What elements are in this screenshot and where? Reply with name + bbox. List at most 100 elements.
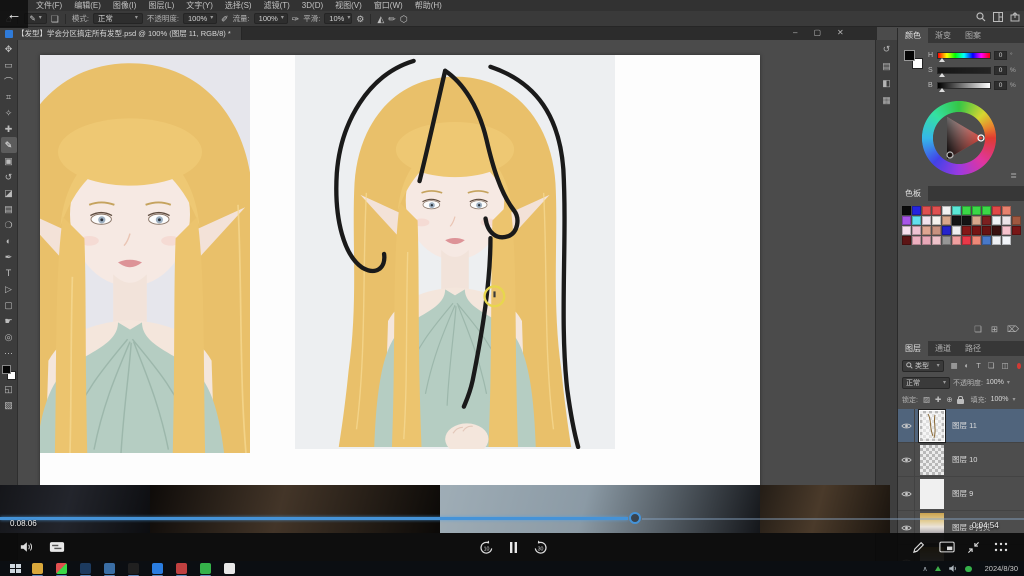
color-swatch[interactable] [972,236,981,245]
color-swatch[interactable] [902,226,911,235]
blend-mode-select[interactable]: 正常▾ [93,13,143,24]
portrait-right-annotated[interactable] [295,55,615,449]
progress-bar-remaining[interactable] [642,518,1024,520]
color-swatch[interactable] [912,206,921,215]
color-swatch[interactable] [952,226,961,235]
tool-clone-stamp[interactable]: ▣ [1,153,17,169]
panel-menu-icon[interactable]: ≣ [1010,171,1017,180]
lock-pixels-icon[interactable]: ✚ [935,395,941,404]
menu-item[interactable]: 文件(F) [30,0,68,11]
color-swatch[interactable] [992,216,1001,225]
color-swatch[interactable] [932,206,941,215]
symmetry-icon[interactable]: ⬡ [400,12,408,26]
color-swatch[interactable] [1002,206,1011,215]
layer-thumbnail[interactable] [920,411,944,441]
layer-row[interactable]: 图层 11 [898,409,1024,443]
start-button[interactable] [8,563,22,574]
color-swatch[interactable] [912,226,921,235]
volume-button[interactable] [16,533,36,561]
layer-filter-toggle[interactable] [1017,363,1021,369]
tool-move[interactable]: ✥ [1,41,17,57]
menu-item[interactable]: 选择(S) [219,0,258,11]
taskbar-app-wechat[interactable] [200,563,211,574]
taskbar-app-oval-app[interactable] [224,563,235,574]
history-panel-icon[interactable]: ↺ [883,44,891,55]
taskbar-app-video-player[interactable] [104,563,115,574]
panel-foreground-background-swatches[interactable] [904,50,924,70]
menu-item[interactable]: 编辑(E) [68,0,107,11]
flow-select[interactable]: 100%▾ [254,13,288,24]
back-button[interactable]: ← [0,0,28,28]
menu-item[interactable]: 图层(L) [142,0,180,11]
forward-30-button[interactable]: 30 [530,533,550,561]
layer-name[interactable]: 图层 10 [952,454,977,465]
color-swatch[interactable] [992,206,1001,215]
color-swatch[interactable] [922,236,931,245]
tool-eyedropper[interactable]: ✧ [1,105,17,121]
adjustments-panel-icon[interactable]: ◧ [882,78,891,89]
tray-chevron-icon[interactable]: ∧ [923,565,928,573]
tool-eraser[interactable]: ◪ [1,185,17,201]
menu-item[interactable]: 视图(V) [329,0,368,11]
taskbar-app-media-app[interactable] [56,563,67,574]
new-swatch-icon[interactable]: ⊞ [991,324,998,335]
color-swatch[interactable] [922,226,931,235]
foreground-color-swatch[interactable] [2,365,11,374]
picture-in-picture-button[interactable] [936,533,958,561]
tab-panel-2[interactable]: 图案 [958,28,988,43]
progress-handle[interactable] [629,512,641,524]
filmstrip-frame[interactable] [440,485,760,533]
share-icon[interactable] [1010,12,1020,22]
tool-spot-healing[interactable]: ✚ [1,121,17,137]
filter-pixel-layers-icon[interactable]: ▦ [951,361,958,370]
airbrush-icon[interactable]: ✑ [292,12,300,26]
filter-smart-objects-icon[interactable]: ◫ [1002,361,1009,370]
properties-panel-icon[interactable]: ▤ [882,61,891,72]
color-swatch[interactable] [932,236,941,245]
pressure-opacity-icon[interactable]: ✐ [221,12,229,26]
taskbar-app-s-app[interactable] [128,563,139,574]
tab-color[interactable]: 颜色 [898,28,928,43]
b-slider[interactable] [937,82,991,89]
color-swatch[interactable] [902,216,911,225]
tab-panel-1[interactable]: 渐变 [928,28,958,43]
smoothing-gear-icon[interactable]: ⚙ [356,12,364,26]
color-swatch[interactable] [902,206,911,215]
tool-zoom[interactable]: ◎ [1,329,17,345]
tray-upload-icon[interactable] [935,566,941,571]
menu-item[interactable]: 滤镜(T) [258,0,296,11]
tool-type[interactable]: T [1,265,17,281]
brush-settings-panel-toggle[interactable]: ❏ [51,12,59,26]
color-swatch[interactable] [1002,226,1011,235]
tab-swatches[interactable]: 色板 [898,186,928,201]
layer-name[interactable]: 图层 9 [952,488,973,499]
tray-volume-icon[interactable] [948,564,958,573]
h-slider[interactable] [937,52,991,59]
layer-name[interactable]: 图层 11 [952,420,977,431]
color-swatch[interactable] [962,216,971,225]
color-swatch[interactable] [962,236,971,245]
tool-gradient[interactable]: ▤ [1,201,17,217]
taskbar-app-photoshop[interactable] [80,563,91,574]
tool-path-select[interactable]: ▷ [1,281,17,297]
tool-lasso[interactable]: ⌒ [1,73,17,89]
color-swatch[interactable] [942,236,951,245]
color-swatch[interactable] [942,216,951,225]
layer-thumbnail[interactable] [920,479,944,509]
color-swatch[interactable] [902,236,911,245]
h-value[interactable]: 0 [994,51,1007,60]
color-swatch[interactable] [932,216,941,225]
minimize-button[interactable]: – [793,28,797,37]
tray-wechat-icon[interactable] [965,566,972,572]
taskbar-app-explorer[interactable] [32,563,43,574]
search-icon[interactable] [976,12,986,22]
foreground-background-swatches[interactable] [1,364,17,381]
color-swatch[interactable] [962,226,971,235]
menu-item[interactable]: 窗口(W) [368,0,409,11]
tool-marquee[interactable]: ▭ [1,57,17,73]
restore-button[interactable]: ▢ [813,28,821,37]
brush-angle-icon[interactable]: ◭ [377,12,384,26]
tab-paths[interactable]: 路径 [958,341,988,356]
tool-history-brush[interactable]: ↺ [1,169,17,185]
pause-button[interactable] [504,533,522,561]
